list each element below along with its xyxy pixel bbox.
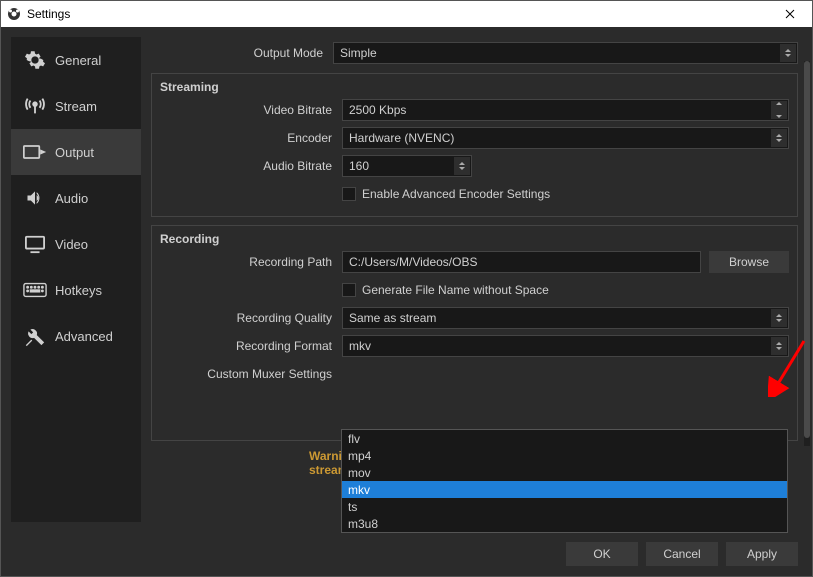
recording-group: Recording Recording Path C:/Users/M/Vide… [151,225,798,441]
format-option-flv[interactable]: flv [342,430,787,447]
recording-title: Recording [160,232,789,246]
audio-bitrate-select[interactable]: 160 [342,155,472,177]
sidebar-item-advanced[interactable]: Advanced [11,313,141,359]
sidebar-item-output[interactable]: Output [11,129,141,175]
titlebar: Settings [1,1,812,27]
monitor-icon [21,233,49,255]
output-mode-select[interactable]: Simple [333,42,798,64]
sidebar-label: Stream [55,99,97,114]
sidebar-label: Video [55,237,88,252]
recording-path-input[interactable]: C:/Users/M/Videos/OBS [342,251,701,273]
recording-quality-label: Recording Quality [160,311,342,325]
output-icon [21,141,49,163]
app-icon [7,7,21,21]
sidebar-label: Advanced [55,329,113,344]
ok-button[interactable]: OK [566,542,638,566]
sidebar-item-general[interactable]: General [11,37,141,83]
scrollbar-thumb[interactable] [804,61,810,438]
format-dropdown-list: flv mp4 mov mkv ts m3u8 [341,429,788,533]
format-option-mov[interactable]: mov [342,464,787,481]
sidebar: General Stream Output Audio Video [11,37,141,522]
advanced-encoder-checkbox[interactable] [342,187,356,201]
window-title: Settings [27,7,70,21]
format-option-m3u8[interactable]: m3u8 [342,515,787,532]
encoder-select[interactable]: Hardware (NVENC) [342,127,789,149]
encoder-label: Encoder [160,131,342,145]
recording-format-label: Recording Format [160,339,342,353]
gen-filename-checkbox[interactable] [342,283,356,297]
gear-icon [21,49,49,71]
apply-button[interactable]: Apply [726,542,798,566]
format-option-mkv[interactable]: mkv [342,481,787,498]
output-mode-label: Output Mode [151,46,333,60]
recording-path-label: Recording Path [160,255,342,269]
recording-quality-select[interactable]: Same as stream [342,307,789,329]
antenna-icon [21,95,49,117]
sidebar-item-stream[interactable]: Stream [11,83,141,129]
sidebar-label: General [55,53,101,68]
format-option-ts[interactable]: ts [342,498,787,515]
sidebar-label: Hotkeys [55,283,102,298]
advanced-encoder-label: Enable Advanced Encoder Settings [362,187,550,201]
gen-filename-label: Generate File Name without Space [362,283,549,297]
browse-button[interactable]: Browse [709,251,789,273]
close-button[interactable] [774,1,806,27]
footer: OK Cancel Apply [1,532,812,576]
settings-window: Settings General Stream Output [0,0,813,577]
video-bitrate-label: Video Bitrate [160,103,342,117]
keyboard-icon [21,279,49,301]
tools-icon [21,325,49,347]
audio-bitrate-label: Audio Bitrate [160,159,342,173]
cancel-button[interactable]: Cancel [646,542,718,566]
streaming-title: Streaming [160,80,789,94]
sidebar-label: Output [55,145,94,160]
video-bitrate-input[interactable]: 2500 Kbps [342,99,789,121]
sidebar-item-video[interactable]: Video [11,221,141,267]
sidebar-item-audio[interactable]: Audio [11,175,141,221]
muxer-label: Custom Muxer Settings [160,367,342,381]
sidebar-label: Audio [55,191,88,206]
scrollbar[interactable] [804,61,810,446]
format-option-mp4[interactable]: mp4 [342,447,787,464]
sidebar-item-hotkeys[interactable]: Hotkeys [11,267,141,313]
speaker-icon [21,187,49,209]
streaming-group: Streaming Video Bitrate 2500 Kbps Encode… [151,73,798,217]
recording-format-select[interactable]: mkv [342,335,789,357]
